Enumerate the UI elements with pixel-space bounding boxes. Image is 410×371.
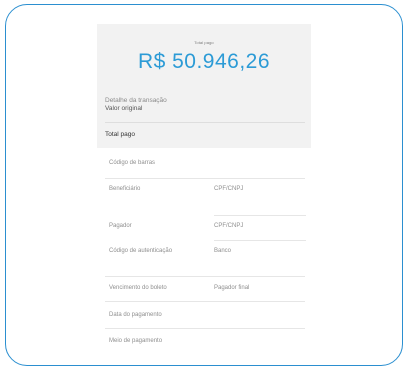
original-value-label: Valor original [105, 105, 143, 112]
device-frame: Total pago R$ 50.946,26 Detalhe da trans… [5, 4, 403, 366]
total-paid-caption: Total pago [194, 40, 214, 45]
row-divider [105, 178, 305, 179]
payer-label: Pagador [109, 223, 132, 229]
row-divider [105, 276, 305, 277]
transaction-receipt: Total pago R$ 50.946,26 Detalhe da trans… [97, 24, 311, 365]
total-amount: R$ 50.946,26 [137, 50, 271, 73]
beneficiary-doc-label: CPF/CNPJ [214, 186, 244, 192]
transaction-detail-label: Detalhe da transação [105, 97, 167, 104]
payment-method-label: Meio de pagamento [109, 338, 163, 344]
row-divider [214, 215, 306, 216]
header-divider [105, 122, 305, 123]
payer-doc-label: CPF/CNPJ [214, 223, 244, 229]
bank-code-label: Código de barras [109, 160, 156, 166]
payment-date-label: Data do pagamento [109, 312, 162, 318]
beneficiary-label: Beneficiário [109, 186, 141, 192]
auth-code-label: Código de autenticação [109, 248, 173, 254]
total-paid-label: Total pago [105, 131, 135, 138]
row-divider [105, 301, 305, 302]
final-payer-label: Pagador final [214, 285, 250, 291]
due-date-label: Vencimento do boleto [109, 285, 167, 291]
row-divider [105, 328, 305, 329]
bank-label: Banco [214, 248, 232, 254]
row-divider [214, 240, 306, 241]
